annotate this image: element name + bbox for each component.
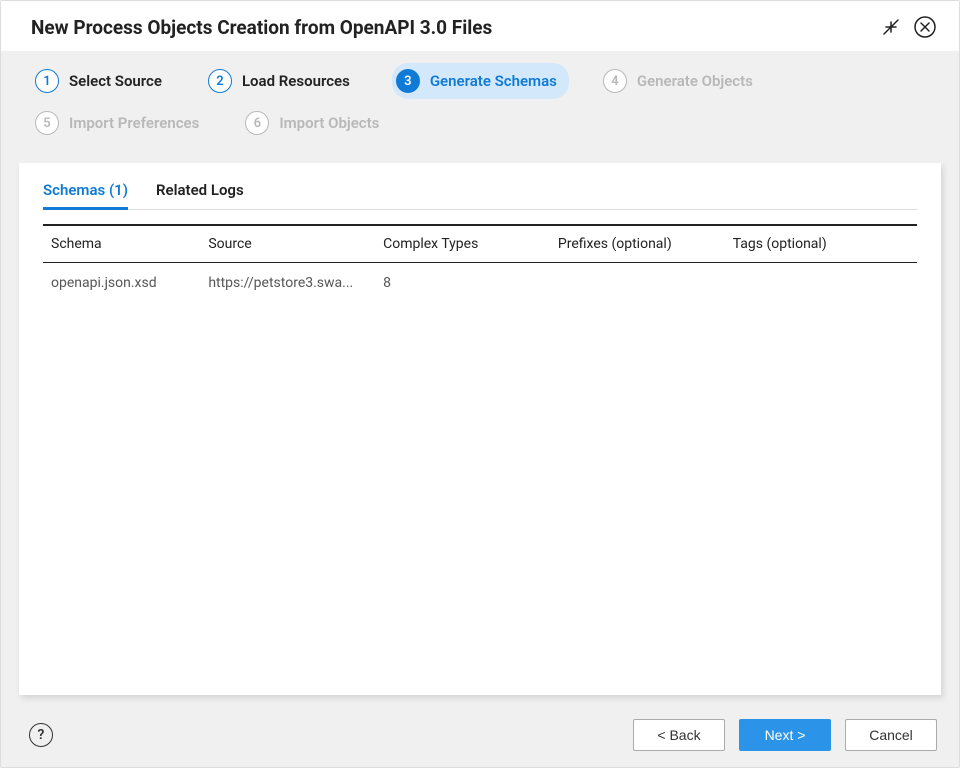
cancel-button[interactable]: Cancel xyxy=(845,719,937,751)
back-button[interactable]: < Back xyxy=(633,719,725,751)
col-schema[interactable]: Schema xyxy=(43,225,200,263)
close-icon[interactable] xyxy=(913,15,937,39)
step-number: 4 xyxy=(603,69,627,93)
step-label: Generate Objects xyxy=(637,72,753,90)
schemas-table: Schema Source Complex Types Prefixes (op… xyxy=(43,224,917,303)
col-complex[interactable]: Complex Types xyxy=(375,225,550,263)
step-import-preferences: 5 Import Preferences xyxy=(31,105,211,141)
dialog: New Process Objects Creation from OpenAP… xyxy=(0,0,960,768)
header-controls xyxy=(879,15,937,39)
step-select-source[interactable]: 1 Select Source xyxy=(31,63,174,99)
cell-tags xyxy=(725,263,917,304)
step-number: 1 xyxy=(35,69,59,93)
step-load-resources[interactable]: 2 Load Resources xyxy=(204,63,362,99)
step-number: 2 xyxy=(208,69,232,93)
step-number: 3 xyxy=(396,69,420,93)
tab-bar: Schemas (1) Related Logs xyxy=(43,181,917,210)
dialog-footer: ? < Back Next > Cancel xyxy=(1,705,959,767)
col-prefixes[interactable]: Prefixes (optional) xyxy=(550,225,725,263)
tab-related-logs[interactable]: Related Logs xyxy=(156,181,244,209)
wizard-steps: 1 Select Source 2 Load Resources 3 Gener… xyxy=(1,51,959,163)
col-source[interactable]: Source xyxy=(200,225,375,263)
cell-source: https://petstore3.swa... xyxy=(200,263,375,304)
next-button[interactable]: Next > xyxy=(739,719,831,751)
maximize-icon[interactable] xyxy=(879,15,903,39)
dialog-header: New Process Objects Creation from OpenAP… xyxy=(1,1,959,51)
step-label: Select Source xyxy=(69,72,162,90)
col-tags[interactable]: Tags (optional) xyxy=(725,225,917,263)
footer-buttons: < Back Next > Cancel xyxy=(633,719,937,751)
step-label: Import Preferences xyxy=(69,114,199,132)
cell-schema: openapi.json.xsd xyxy=(43,263,200,304)
step-import-objects: 6 Import Objects xyxy=(241,105,391,141)
step-label: Generate Schemas xyxy=(430,72,557,90)
cell-prefixes xyxy=(550,263,725,304)
table-row[interactable]: openapi.json.xsd https://petstore3.swa..… xyxy=(43,263,917,304)
step-generate-objects: 4 Generate Objects xyxy=(599,63,765,99)
schemas-panel: Schemas (1) Related Logs Schema Source C… xyxy=(19,163,941,695)
dialog-title: New Process Objects Creation from OpenAP… xyxy=(31,16,492,39)
step-label: Import Objects xyxy=(279,114,379,132)
tab-schemas[interactable]: Schemas (1) xyxy=(43,181,128,209)
content-area: Schemas (1) Related Logs Schema Source C… xyxy=(1,163,959,705)
table-header-row: Schema Source Complex Types Prefixes (op… xyxy=(43,225,917,263)
cell-complex: 8 xyxy=(375,263,550,304)
step-number: 5 xyxy=(35,111,59,135)
help-icon[interactable]: ? xyxy=(29,723,53,747)
step-number: 6 xyxy=(245,111,269,135)
step-generate-schemas[interactable]: 3 Generate Schemas xyxy=(392,63,569,99)
step-label: Load Resources xyxy=(242,72,350,90)
